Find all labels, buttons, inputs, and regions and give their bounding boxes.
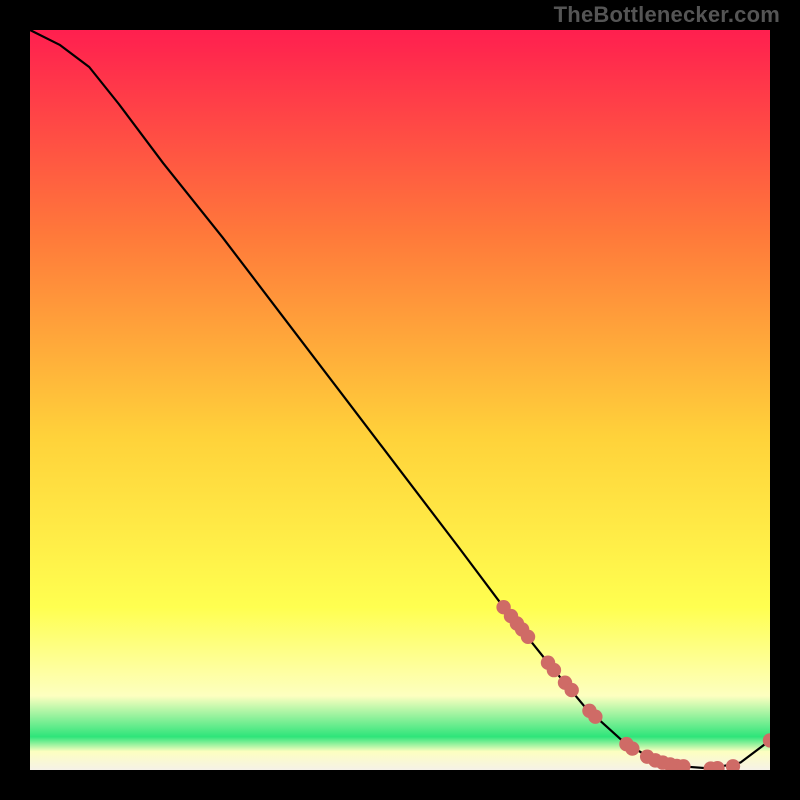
plot-area xyxy=(30,30,770,770)
watermark-text: TheBottlenecker.com xyxy=(554,2,780,28)
curve-marker xyxy=(521,630,535,644)
curve-marker xyxy=(564,683,578,697)
gradient-background xyxy=(30,30,770,770)
curve-marker xyxy=(625,741,639,755)
curve-marker xyxy=(547,663,561,677)
curve-marker xyxy=(588,710,602,724)
chart-svg xyxy=(30,30,770,770)
chart-container: TheBottlenecker.com xyxy=(0,0,800,800)
